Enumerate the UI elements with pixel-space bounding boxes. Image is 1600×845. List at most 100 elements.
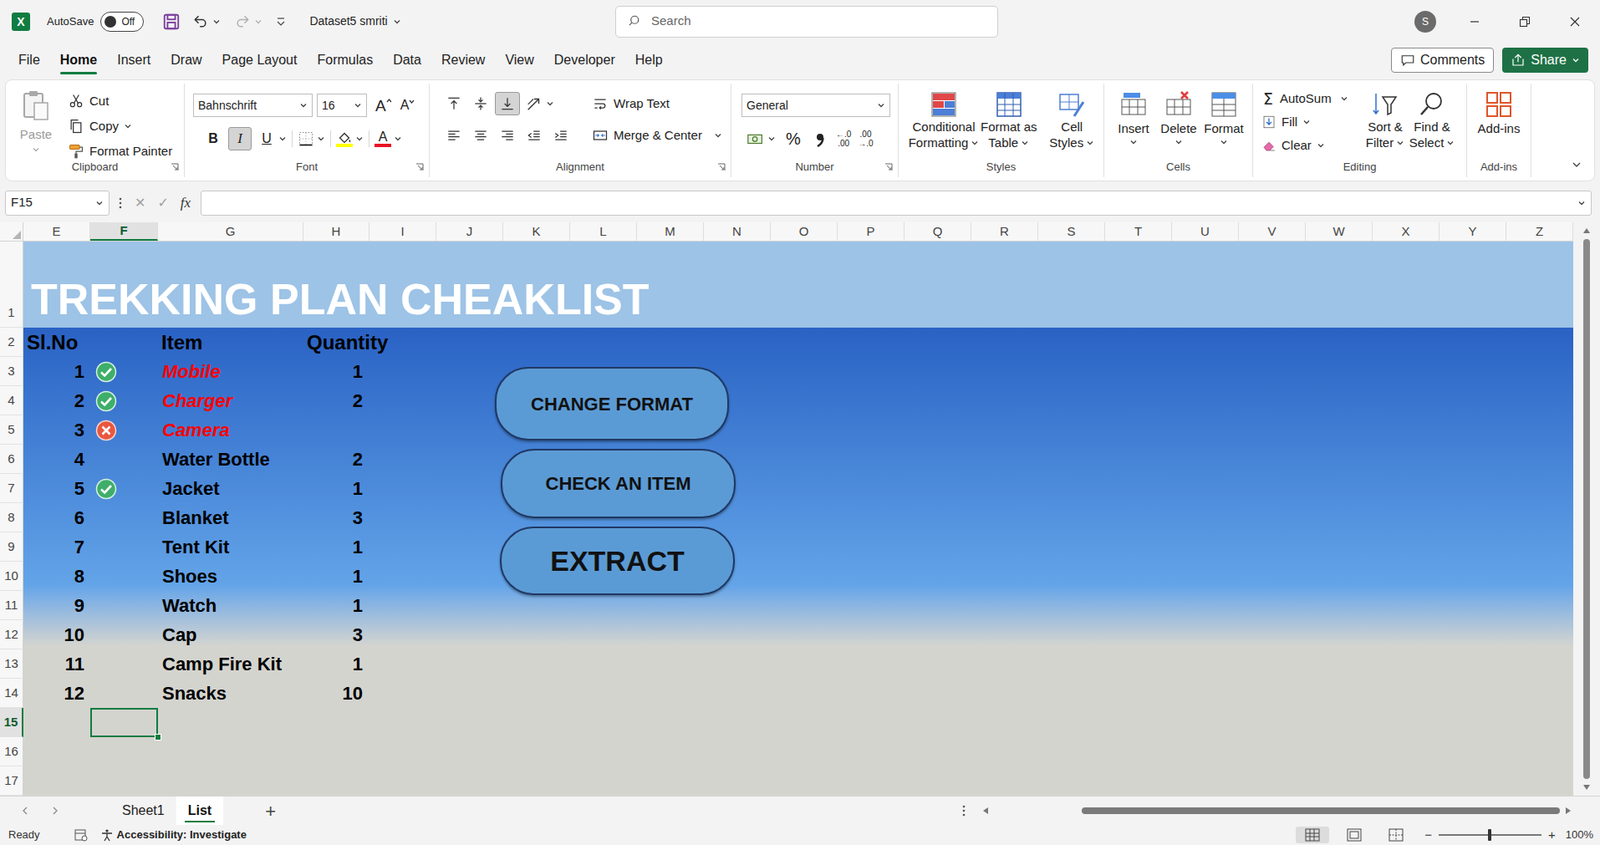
- cell[interactable]: [770, 591, 838, 621]
- fill-color-button[interactable]: [336, 130, 364, 148]
- menu-tab[interactable]: Home: [60, 47, 97, 73]
- row-header[interactable]: 9: [0, 532, 24, 562]
- cell[interactable]: [303, 708, 370, 738]
- cell[interactable]: [157, 708, 304, 738]
- cell[interactable]: 10: [23, 620, 91, 650]
- cell[interactable]: [1439, 620, 1507, 650]
- cell[interactable]: [837, 591, 905, 621]
- cell[interactable]: Water Bottle: [157, 444, 304, 474]
- cell[interactable]: [1506, 678, 1574, 709]
- cell[interactable]: [1038, 532, 1106, 562]
- vertical-align-button[interactable]: [441, 91, 467, 116]
- row-header[interactable]: 1: [0, 241, 24, 328]
- cell[interactable]: [971, 620, 1039, 650]
- cell[interactable]: 1: [303, 473, 370, 504]
- merge-center-button[interactable]: Merge & Center: [591, 123, 723, 148]
- menu-tab-label[interactable]: Developer: [554, 50, 616, 71]
- cell[interactable]: [1439, 386, 1507, 416]
- cell[interactable]: [1305, 708, 1373, 738]
- cell[interactable]: Cap: [157, 620, 304, 650]
- menu-tab-label[interactable]: Insert: [117, 50, 151, 71]
- cell[interactable]: [1238, 766, 1306, 796]
- cell[interactable]: [90, 678, 158, 709]
- cell[interactable]: [1038, 591, 1106, 621]
- cell[interactable]: [1238, 503, 1306, 533]
- cell[interactable]: [904, 386, 972, 416]
- cell[interactable]: [436, 356, 504, 387]
- cell[interactable]: [837, 620, 905, 650]
- cell[interactable]: [1238, 444, 1306, 474]
- cell[interactable]: [1105, 766, 1172, 796]
- column-header[interactable]: W: [1305, 222, 1373, 241]
- column-header[interactable]: J: [436, 222, 504, 241]
- wrap-text-button[interactable]: Wrap Text: [591, 91, 723, 116]
- cell[interactable]: [23, 766, 91, 796]
- cell[interactable]: [1171, 503, 1239, 533]
- menu-tab[interactable]: Page Layout: [222, 47, 298, 73]
- cell[interactable]: [90, 649, 158, 679]
- cell[interactable]: [436, 532, 504, 562]
- cell[interactable]: [503, 766, 571, 796]
- cell[interactable]: [1238, 532, 1306, 562]
- cell[interactable]: [436, 415, 504, 445]
- cell[interactable]: [436, 503, 504, 533]
- cell[interactable]: [1305, 386, 1373, 416]
- cell[interactable]: 2: [303, 386, 370, 416]
- macro-button[interactable]: EXTRACT: [499, 526, 735, 596]
- row-header[interactable]: 2: [0, 327, 24, 357]
- cell[interactable]: [90, 503, 158, 533]
- cell[interactable]: 11: [23, 649, 91, 679]
- column-header[interactable]: L: [570, 222, 637, 241]
- cell[interactable]: Tent Kit: [157, 532, 304, 562]
- cell[interactable]: [1305, 766, 1373, 796]
- cell[interactable]: [436, 708, 504, 738]
- zoom-slider-thumb[interactable]: [1487, 829, 1492, 841]
- increase-indent-button[interactable]: [548, 123, 574, 148]
- row-header[interactable]: 12: [0, 620, 24, 650]
- cell[interactable]: 10: [303, 678, 370, 709]
- cell[interactable]: [1038, 708, 1106, 738]
- cell[interactable]: [1038, 327, 1106, 357]
- decrease-decimal-button[interactable]: .00→.0: [857, 129, 873, 148]
- cell[interactable]: [703, 708, 771, 738]
- cell[interactable]: [770, 444, 838, 474]
- cell[interactable]: [971, 327, 1039, 357]
- cell[interactable]: [570, 327, 637, 357]
- column-header[interactable]: R: [971, 222, 1039, 241]
- cell[interactable]: [1439, 532, 1507, 562]
- cell[interactable]: Charger: [157, 386, 304, 416]
- column-header[interactable]: I: [369, 222, 437, 241]
- cell[interactable]: Jacket: [157, 473, 304, 504]
- cell[interactable]: [436, 386, 504, 416]
- cell[interactable]: [1038, 473, 1106, 504]
- cell[interactable]: [703, 737, 771, 767]
- cell[interactable]: [971, 356, 1039, 387]
- cell[interactable]: [971, 532, 1039, 562]
- italic-button[interactable]: I: [228, 127, 252, 151]
- cell[interactable]: [770, 678, 838, 709]
- percent-button[interactable]: %: [782, 126, 805, 152]
- cell[interactable]: Watch: [157, 591, 304, 621]
- cell[interactable]: [1171, 356, 1239, 387]
- cell[interactable]: [1171, 678, 1239, 709]
- cell[interactable]: [703, 766, 771, 796]
- cell[interactable]: [1305, 503, 1373, 533]
- row-header[interactable]: 10: [0, 561, 24, 592]
- cell[interactable]: [1105, 415, 1172, 445]
- cell[interactable]: [1506, 444, 1574, 474]
- cell[interactable]: [904, 620, 972, 650]
- cell[interactable]: [636, 649, 704, 679]
- cell[interactable]: [503, 327, 571, 357]
- cell[interactable]: [904, 678, 972, 709]
- cell[interactable]: [971, 708, 1039, 738]
- cell[interactable]: [1439, 356, 1507, 387]
- next-sheet-button[interactable]: [50, 805, 61, 816]
- column-header[interactable]: Q: [904, 222, 972, 241]
- cell[interactable]: [1439, 473, 1507, 504]
- cell[interactable]: [436, 327, 504, 357]
- menu-tab-label[interactable]: Formulas: [316, 50, 373, 71]
- menu-tab[interactable]: Developer: [554, 47, 616, 73]
- menu-tab-label[interactable]: Help: [635, 50, 663, 71]
- cell[interactable]: [1105, 649, 1172, 679]
- column-header[interactable]: V: [1238, 222, 1306, 241]
